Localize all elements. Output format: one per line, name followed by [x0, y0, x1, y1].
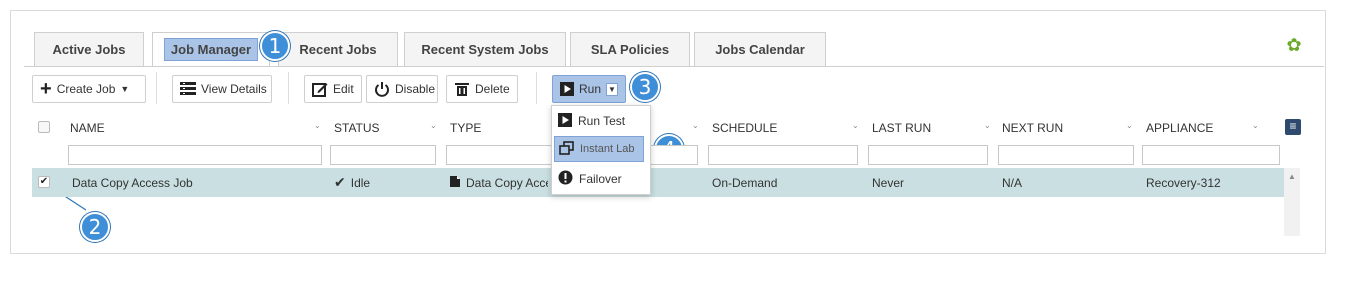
tab-job-manager[interactable]: Job Manager [152, 32, 270, 66]
disable-button[interactable]: Disable [366, 75, 438, 103]
filter-last-run-input[interactable] [868, 145, 988, 165]
tab-jobs-calendar[interactable]: Jobs Calendar [694, 32, 826, 66]
sort-chevron-icon: ⌄ [314, 121, 321, 130]
column-header-next-run[interactable]: NEXT RUN ⌄ [1002, 117, 1136, 139]
column-header-appliance[interactable]: APPLIANCE ⌄ [1146, 117, 1260, 139]
menu-item-instant-lab[interactable]: Instant Lab [554, 136, 644, 162]
filter-name-input[interactable] [68, 145, 322, 165]
sort-chevron-icon: ⌄ [430, 121, 437, 130]
menu-item-failover[interactable]: Failover [554, 166, 644, 192]
sort-chevron-icon: ⌄ [1126, 121, 1133, 130]
column-header-last-run[interactable]: LAST RUN ⌄ [872, 117, 992, 139]
data-copy-icon [450, 175, 462, 191]
toolbar-separator [288, 72, 289, 104]
play-icon [558, 112, 572, 130]
edit-button[interactable]: Edit [304, 75, 362, 103]
scroll-up-icon[interactable]: ▲ [1288, 172, 1296, 181]
tab-active-jobs[interactable]: Active Jobs [34, 32, 144, 66]
sort-chevron-icon: ⌄ [692, 121, 699, 130]
column-header-schedule[interactable]: SCHEDULE ⌄ [712, 117, 862, 139]
sort-chevron-icon: ⌄ [852, 121, 859, 130]
row-schedule: On-Demand [712, 175, 778, 190]
menu-item-run-test[interactable]: Run Test [554, 108, 644, 134]
edit-icon [312, 81, 328, 97]
column-header-name[interactable]: NAME ⌄ [70, 117, 328, 139]
list-details-icon [180, 82, 196, 96]
create-job-button[interactable]: + Create Job ▼ [32, 75, 146, 103]
play-icon [560, 82, 574, 96]
check-icon: ✔ [334, 174, 346, 190]
view-details-button[interactable]: View Details [172, 75, 272, 103]
delete-button[interactable]: Delete [446, 75, 518, 103]
select-all-checkbox[interactable] [38, 121, 50, 133]
callout-badge: 3 [630, 72, 660, 102]
row-checkbox[interactable]: ✔ [38, 176, 50, 188]
filter-appliance-input[interactable] [1142, 145, 1280, 165]
power-icon [374, 81, 390, 97]
tab-recent-jobs[interactable]: Recent Jobs [278, 32, 398, 66]
sort-chevron-icon: ⌄ [984, 121, 991, 130]
row-next-run: N/A [1002, 175, 1023, 190]
column-header-type[interactable]: TYPE [450, 117, 550, 139]
toolbar-separator [536, 72, 537, 104]
gear-icon[interactable]: ✿ [1285, 36, 1303, 54]
sort-chevron-icon: ⌄ [1252, 121, 1259, 130]
run-dropdown-menu: Run Test Instant Lab Failover [551, 105, 651, 195]
toolbar-separator [156, 72, 157, 104]
alert-circle-icon [558, 170, 573, 188]
caret-down-icon: ▼ [120, 84, 130, 94]
run-button[interactable]: Run ▼ [552, 75, 626, 103]
row-appliance: Recovery-312 [1146, 175, 1221, 190]
callout-badge: 2 [80, 212, 110, 242]
column-header-status[interactable]: STATUS ⌄ [334, 117, 444, 139]
tab-recent-system-jobs[interactable]: Recent System Jobs [404, 32, 566, 66]
filter-status-input[interactable] [330, 145, 436, 165]
caret-down-icon[interactable]: ▼ [606, 82, 618, 96]
row-last-run: Never [872, 175, 905, 190]
row-name: Data Copy Access Job [72, 175, 193, 190]
tab-sla-policies[interactable]: SLA Policies [570, 32, 690, 66]
row-status: ✔ Idle [334, 174, 371, 190]
restore-windows-icon [559, 140, 574, 158]
trash-icon [454, 81, 470, 97]
row-type: Data Copy Acces [450, 168, 548, 197]
filter-schedule-input[interactable] [708, 145, 858, 165]
filter-next-run-input[interactable] [998, 145, 1134, 165]
tab-divider [24, 66, 1324, 67]
callout-badge: 1 [260, 31, 290, 61]
plus-icon: + [40, 78, 52, 100]
column-menu-icon[interactable]: ≡ [1285, 119, 1301, 135]
